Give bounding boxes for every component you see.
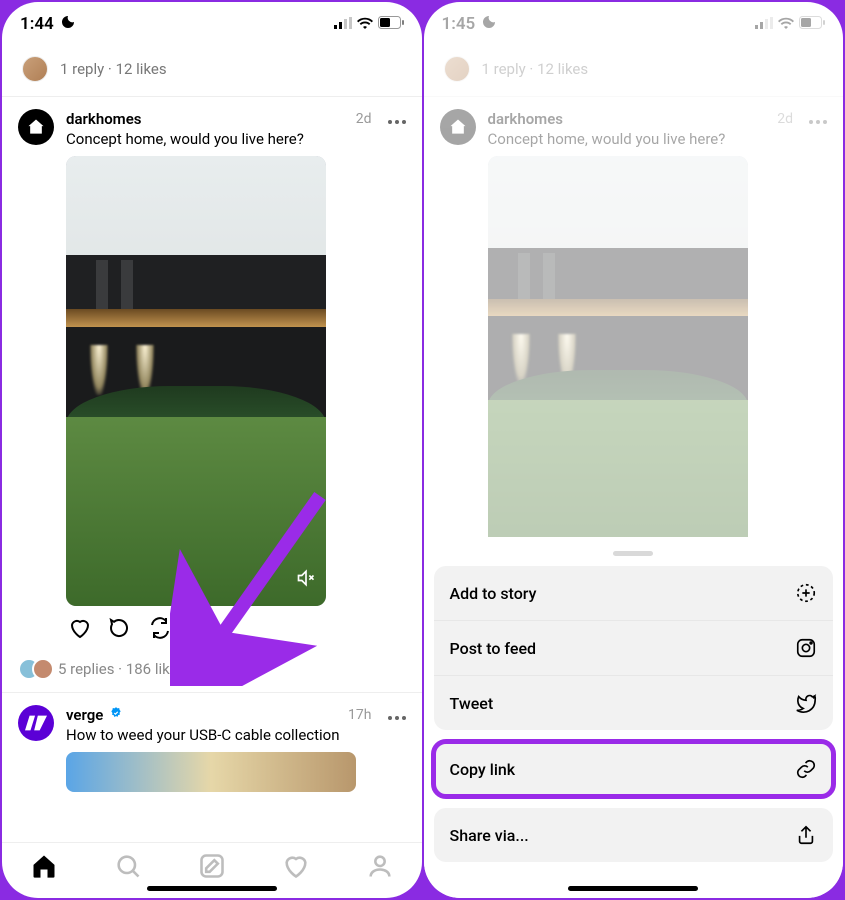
more-icon[interactable] bbox=[388, 705, 406, 724]
avatar-small bbox=[22, 56, 48, 82]
status-time: 1:45 bbox=[442, 14, 476, 34]
nav-activity-icon[interactable] bbox=[282, 852, 310, 880]
sheet-item-label: Copy link bbox=[450, 760, 516, 779]
username[interactable]: verge bbox=[66, 706, 103, 724]
reply-summary-row[interactable]: 1 reply · 12 likes bbox=[2, 46, 422, 96]
nav-search-icon[interactable] bbox=[114, 852, 142, 880]
caption: How to weed your USB-C cable collection bbox=[66, 726, 406, 744]
sheet-group-3: Share via... bbox=[434, 808, 834, 862]
sheet-item-tweet[interactable]: Tweet bbox=[434, 675, 834, 730]
sheet-item-label: Add to story bbox=[450, 584, 537, 603]
timestamp: 17h bbox=[348, 707, 371, 723]
post-actions bbox=[66, 616, 406, 640]
post-stats-text: 5 replies · 186 likes bbox=[58, 660, 185, 678]
reply-summary-text: 1 reply · 12 likes bbox=[482, 60, 589, 78]
battery-icon bbox=[378, 14, 404, 34]
feed: 1 reply · 12 likes darkhomes 2d bbox=[2, 46, 422, 842]
sheet-group-2: Copy link bbox=[434, 742, 834, 796]
reply-summary-row: 1 reply · 12 likes bbox=[424, 46, 844, 96]
nav-profile-icon[interactable] bbox=[366, 852, 394, 880]
sheet-item-label: Post to feed bbox=[450, 639, 537, 658]
sheet-item-add-to-story[interactable]: Add to story bbox=[434, 566, 834, 620]
wifi-icon bbox=[357, 14, 373, 34]
avatar-verge[interactable] bbox=[18, 705, 54, 741]
share-sheet: Add to story Post to feed Tweet Copy lin… bbox=[424, 537, 844, 898]
post-media bbox=[488, 156, 748, 576]
twitter-icon bbox=[795, 692, 817, 714]
do-not-disturb-icon bbox=[481, 14, 497, 35]
more-icon bbox=[809, 109, 827, 128]
timestamp: 2d bbox=[356, 111, 372, 127]
link-icon bbox=[795, 758, 817, 780]
avatar-small bbox=[444, 56, 470, 82]
battery-icon bbox=[799, 14, 825, 34]
replies-avatar-stack bbox=[18, 658, 46, 680]
sheet-group-1: Add to story Post to feed Tweet bbox=[434, 566, 834, 730]
post-verge: verge 17h How to weed your USB-C cable c… bbox=[2, 693, 422, 804]
verified-icon bbox=[109, 705, 123, 724]
add-story-icon bbox=[795, 582, 817, 604]
repost-icon[interactable] bbox=[148, 616, 172, 640]
caption: Concept home, would you live here? bbox=[66, 130, 406, 148]
caption: Concept home, would you live here? bbox=[488, 130, 828, 148]
sheet-item-post-to-feed[interactable]: Post to feed bbox=[434, 620, 834, 675]
username[interactable]: darkhomes bbox=[66, 110, 142, 128]
home-indicator[interactable] bbox=[568, 886, 698, 891]
post-darkhomes: darkhomes 2d Concept home, would you liv… bbox=[2, 97, 422, 652]
comment-icon[interactable] bbox=[108, 616, 132, 640]
phone-left: 1:44 1 reply · 12 likes bbox=[2, 2, 422, 898]
post-stats-row[interactable]: 5 replies · 186 likes bbox=[2, 652, 422, 692]
divider bbox=[424, 96, 844, 97]
status-time: 1:44 bbox=[20, 14, 54, 34]
share-icon bbox=[795, 824, 817, 846]
sheet-grabber[interactable] bbox=[613, 551, 653, 556]
status-bar: 1:44 bbox=[2, 2, 422, 46]
do-not-disturb-icon bbox=[60, 14, 76, 35]
instagram-icon bbox=[795, 637, 817, 659]
nav-home-icon[interactable] bbox=[30, 852, 58, 880]
phone-right: 1:45 1 reply · 12 likes d bbox=[424, 2, 844, 898]
timestamp: 2d bbox=[777, 111, 793, 127]
mute-icon[interactable] bbox=[296, 568, 316, 592]
nav-compose-icon[interactable] bbox=[198, 852, 226, 880]
sheet-item-label: Tweet bbox=[450, 694, 494, 713]
home-indicator[interactable] bbox=[147, 886, 277, 891]
sheet-item-share-via[interactable]: Share via... bbox=[434, 808, 834, 862]
post-media[interactable] bbox=[66, 752, 356, 792]
avatar-darkhomes bbox=[440, 109, 476, 145]
more-icon[interactable] bbox=[388, 109, 406, 128]
avatar-darkhomes[interactable] bbox=[18, 109, 54, 145]
wifi-icon bbox=[778, 14, 794, 34]
post-darkhomes: darkhomes 2d Concept home, would you liv… bbox=[424, 97, 844, 588]
like-icon[interactable] bbox=[68, 616, 92, 640]
post-media[interactable] bbox=[66, 156, 326, 606]
sheet-item-copy-link[interactable]: Copy link bbox=[434, 742, 834, 796]
status-bar: 1:45 bbox=[424, 2, 844, 46]
sheet-item-label: Share via... bbox=[450, 826, 529, 845]
signal-icon bbox=[755, 14, 773, 34]
username: darkhomes bbox=[488, 110, 564, 128]
share-icon[interactable] bbox=[188, 616, 212, 640]
reply-summary-text: 1 reply · 12 likes bbox=[60, 60, 167, 78]
signal-icon bbox=[334, 14, 352, 34]
